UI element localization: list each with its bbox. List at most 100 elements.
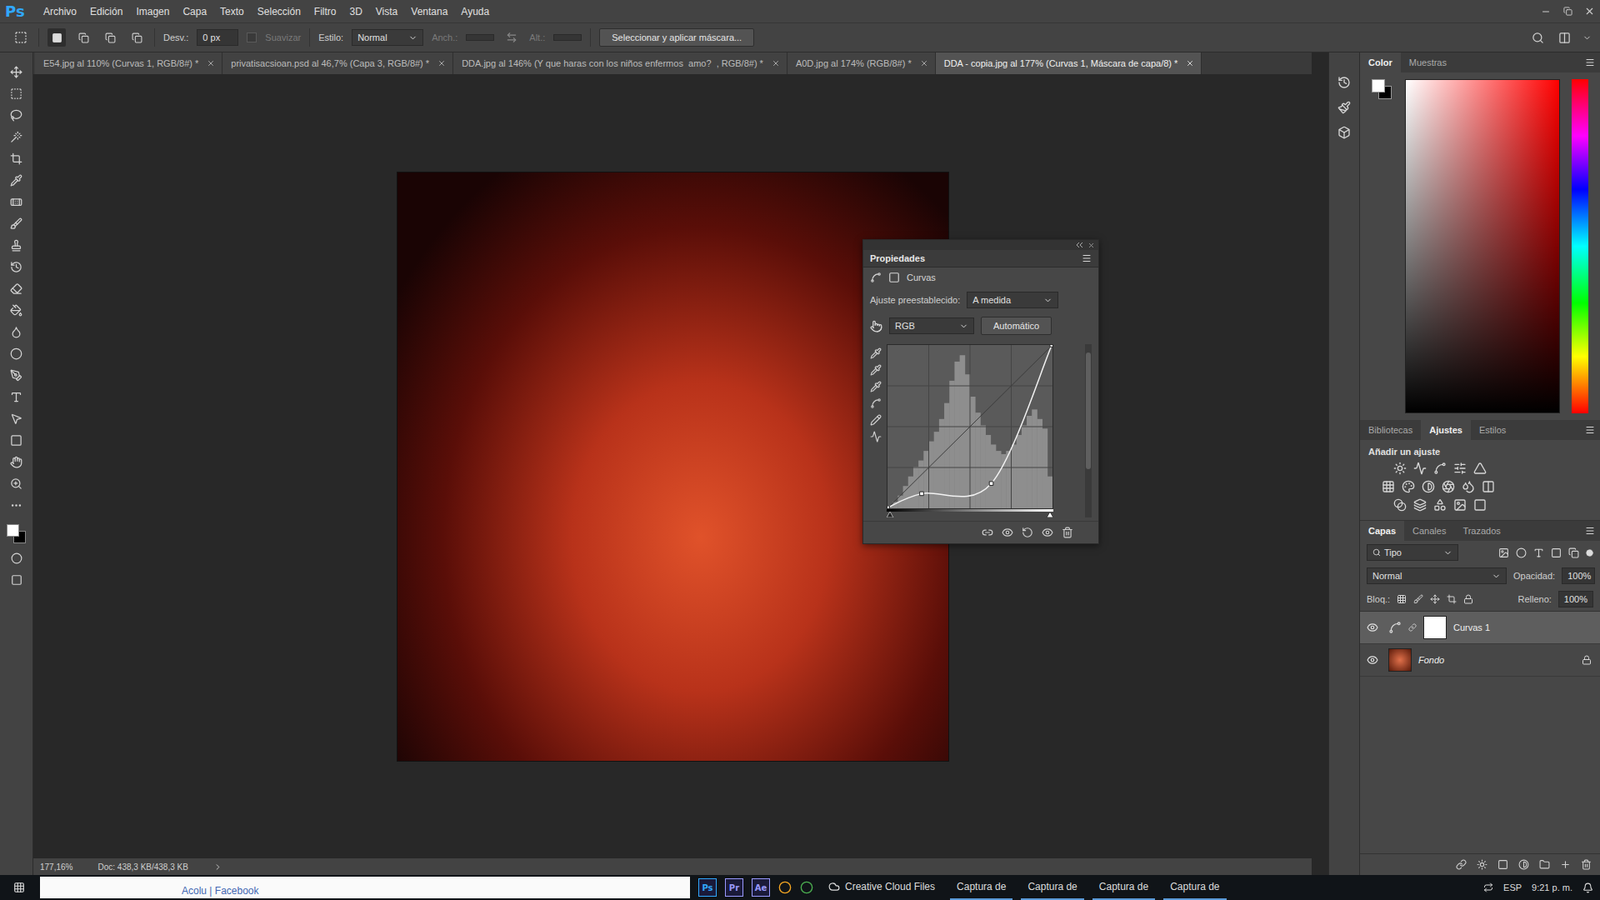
white-point-handle[interactable] [1046,511,1054,518]
menu-item[interactable]: Selección [250,3,308,20]
curve-point[interactable] [920,491,925,496]
restore-button[interactable] [1556,6,1579,16]
bw-icon[interactable] [1421,480,1435,494]
menu-item[interactable]: Vista [369,3,405,20]
document-tab[interactable]: privatisacsioan.psd al 46,7% (Capa 3, RG… [222,52,454,75]
tool-button[interactable] [4,149,30,168]
panel-tab[interactable]: Ajustes [1420,420,1471,440]
curve-point[interactable] [886,505,890,510]
auto-button[interactable]: Automático [980,316,1052,335]
hue-icon[interactable] [1381,480,1395,494]
workspace-button[interactable] [1555,28,1574,47]
visibility-toggle[interactable] [1366,654,1382,666]
black-point-handle[interactable] [886,511,894,518]
tool-button[interactable] [4,474,30,493]
menu-item[interactable]: 3D [342,3,369,20]
app-icon[interactable]: Ae [751,878,770,897]
invert-icon[interactable] [1393,498,1407,512]
style-select[interactable]: Normal [351,29,424,46]
document-tab[interactable]: A0D.jpg al 174% (RGB/8#) * [787,52,936,75]
tool-button[interactable] [4,192,30,211]
foreground-swatch[interactable] [1371,79,1385,93]
menu-item[interactable]: Edición [83,3,130,20]
menu-item[interactable]: Ventana [404,3,455,20]
tool-button[interactable] [4,62,30,81]
select-mask-button[interactable]: Seleccionar y aplicar máscara... [599,28,755,47]
tool-button[interactable] [4,322,30,341]
curve-point[interactable] [1050,344,1054,347]
minimize-button[interactable] [1535,6,1557,17]
gradient-map-icon[interactable] [1453,498,1467,512]
tool-button[interactable] [4,452,30,471]
opacity-field[interactable]: 100% [1561,567,1595,585]
curve-point[interactable] [989,481,994,486]
tool-button[interactable] [4,430,30,450]
capture-item[interactable]: Captura de [950,875,1013,900]
brightness-icon[interactable] [1393,461,1407,475]
document-tab[interactable]: DDA.jpg al 146% (Y que haras con los niñ… [453,52,788,75]
menu-item[interactable]: Capa [175,3,214,20]
curve-line[interactable] [887,345,1052,508]
levels-icon[interactable] [1413,461,1427,475]
intersect-selection-button[interactable] [127,28,146,47]
layer-filter[interactable]: Tipo [1366,544,1459,561]
capture-item[interactable]: Captura de [1020,875,1084,900]
vibrance-icon[interactable] [1473,461,1487,475]
threshold-icon[interactable] [1433,498,1447,512]
tool-button[interactable] [4,344,30,363]
search-button[interactable] [1528,28,1547,47]
tool-preset[interactable] [11,28,30,47]
tool-button[interactable] [4,170,30,190]
app-icon[interactable]: Pr [725,878,744,897]
photo-filter-icon[interactable] [1441,480,1455,494]
blend-mode-select[interactable]: Normal [1366,567,1507,585]
channel-mixer-icon[interactable] [1461,480,1475,494]
chrome-icon[interactable] [800,880,814,895]
panel-tab[interactable]: Color [1360,52,1401,73]
menu-item[interactable]: Archivo [36,3,84,20]
tool-button[interactable] [4,365,30,385]
lookup-icon[interactable] [1481,480,1495,494]
browser-window[interactable]: Acolu | Facebook [40,876,690,899]
menu-item[interactable]: Texto [213,3,251,20]
tool-button[interactable] [4,257,30,276]
exposure-icon[interactable] [1453,461,1467,475]
curves-icon[interactable] [1433,461,1447,475]
screen-mode-button[interactable] [4,570,30,590]
tool-button[interactable] [4,495,30,515]
feather-field[interactable]: 0 px [196,29,239,46]
app-icon[interactable]: Ps [698,878,717,897]
tool-button[interactable] [4,84,30,103]
tool-button[interactable] [4,300,30,320]
document-tab[interactable]: DDA - copia.jpg al 177% (Curvas 1, Másca… [935,52,1203,75]
foreground-swatch[interactable] [6,524,20,537]
panel-tab[interactable]: Capas [1360,520,1405,541]
layer-row[interactable]: Fondo [1360,644,1600,677]
workspace-menu[interactable] [1581,28,1592,47]
panel-tab[interactable]: Canales [1404,520,1455,541]
color-field[interactable] [1405,79,1560,414]
panel-tab[interactable]: Estilos [1470,420,1515,440]
cloud-files-item[interactable]: Creative Cloud Files [821,875,942,900]
scroll-thumb[interactable] [1085,352,1091,470]
notifications-icon[interactable] [1582,882,1594,894]
collapse-icon[interactable] [1075,241,1085,249]
tool-button[interactable] [4,387,30,406]
input-slider[interactable] [886,509,1054,518]
tool-button[interactable] [4,235,30,255]
capture-item[interactable]: Captura de [1092,875,1155,900]
blender-icon[interactable] [778,880,792,895]
visibility-toggle[interactable] [1366,621,1382,634]
menu-item[interactable]: Imagen [129,3,176,20]
tool-button[interactable] [4,105,30,125]
tool-button[interactable] [4,127,30,146]
tool-button[interactable] [4,214,30,233]
curves-chart[interactable] [886,344,1054,510]
selective-color-icon[interactable] [1473,498,1487,512]
new-selection-button[interactable] [47,28,66,47]
add-selection-button[interactable] [74,28,93,47]
color-balance-icon[interactable] [1401,480,1415,494]
document-tab[interactable]: E54.jpg al 110% (Curvas 1, RGB/8#) * [35,52,223,75]
tool-button[interactable] [4,409,30,428]
menu-item[interactable]: Ayuda [454,3,496,20]
